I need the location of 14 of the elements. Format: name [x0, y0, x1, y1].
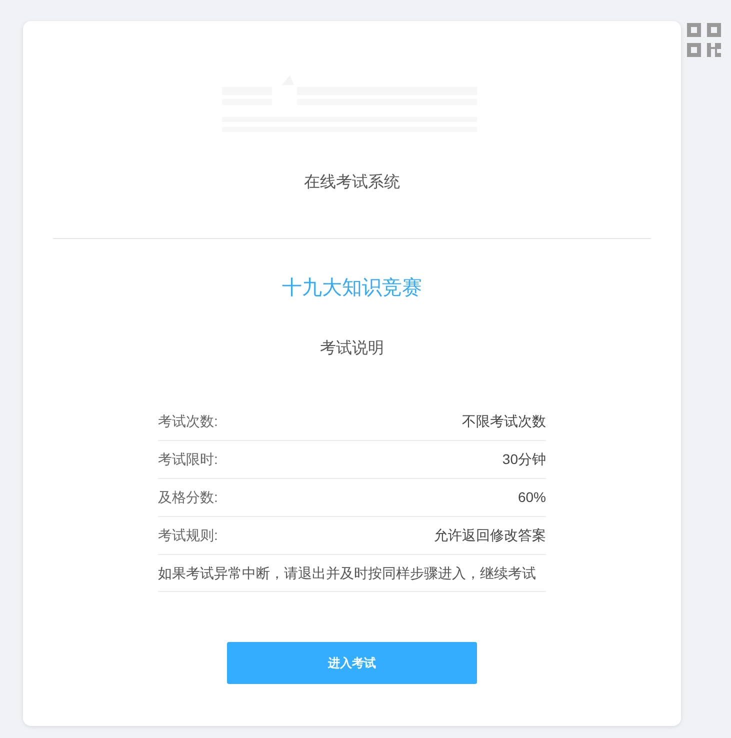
rule-value: 不限考试次数 [462, 412, 546, 431]
rule-note: 如果考试异常中断，请退出并及时按同样步骤进入，继续考试 [158, 564, 537, 583]
qr-code-icon[interactable] [687, 23, 721, 57]
rule-value: 30分钟 [502, 450, 546, 469]
system-subtitle: 在线考试系统 [304, 172, 400, 193]
start-exam-button[interactable]: 进入考试 [227, 642, 477, 684]
section-title: 考试说明 [320, 338, 384, 359]
rule-value: 允许返回修改答案 [434, 526, 546, 545]
exam-title: 十九大知识竞赛 [282, 276, 422, 301]
rule-label: 及格分数: [158, 488, 218, 507]
rule-label: 考试次数: [158, 412, 218, 431]
rule-value: 60% [518, 488, 546, 507]
rule-label: 考试规则: [158, 526, 218, 545]
rule-label: 考试限时: [158, 450, 218, 469]
